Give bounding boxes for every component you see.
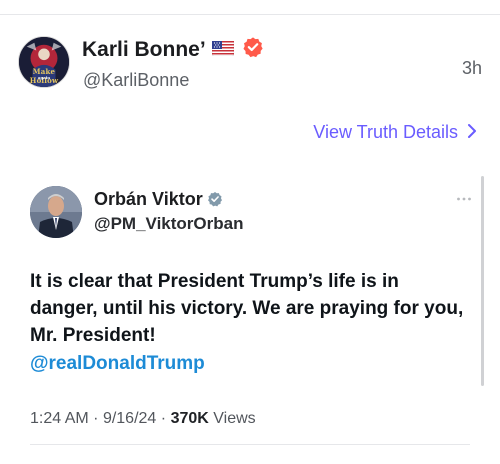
meta-separator: · [93,410,99,427]
chevron-right-icon [468,124,476,139]
view-details-label: View Truth Details [313,122,458,142]
avatar-caption-sub: again [37,75,51,80]
mention-link[interactable]: @realDonaldTrump [30,353,205,375]
author-name-text: Karli Bonne’ [82,38,205,61]
embedded-post[interactable]: Orbán Viktor @PM_ViktorOrban It is clear… [14,170,484,464]
embedded-author-avatar[interactable] [30,186,82,238]
verified-badge-icon [243,37,263,58]
author-display-name[interactable]: Karli Bonne’ [82,37,264,62]
post-time-of-day: 1:24 AM [30,410,89,427]
post-header: Make Hollow again Karli Bonne’ @KarliBon… [18,36,488,98]
verified-gray-icon [207,192,222,207]
embedded-author-handle[interactable]: @PM_ViktorOrban [94,214,243,234]
views-count: 370K [170,410,209,427]
view-truth-details-link[interactable]: View Truth Details [313,122,478,143]
embedded-avatar-photo [30,186,82,238]
us-flag-icon [212,40,235,56]
scrollbar[interactable] [481,176,484,386]
embedded-post-body: It is clear that President Trump’s life … [30,271,464,346]
post-time: 3h [461,58,482,78]
embedded-divider [30,444,470,445]
top-divider [0,14,500,15]
embedded-author-name-text: Orbán Viktor [94,189,203,209]
author-avatar[interactable]: Make Hollow again [18,36,70,88]
post-date: 9/16/24 [102,410,157,427]
meta-separator: · [160,410,167,427]
views-label: Views [213,410,256,427]
post-meta: 1:24 AM · 9/16/24 · 370K Views [30,410,256,428]
author-handle[interactable]: @KarliBonne [83,70,189,91]
more-options-icon[interactable] [456,196,472,202]
embedded-author-name[interactable]: Orbán Viktor [94,189,223,210]
